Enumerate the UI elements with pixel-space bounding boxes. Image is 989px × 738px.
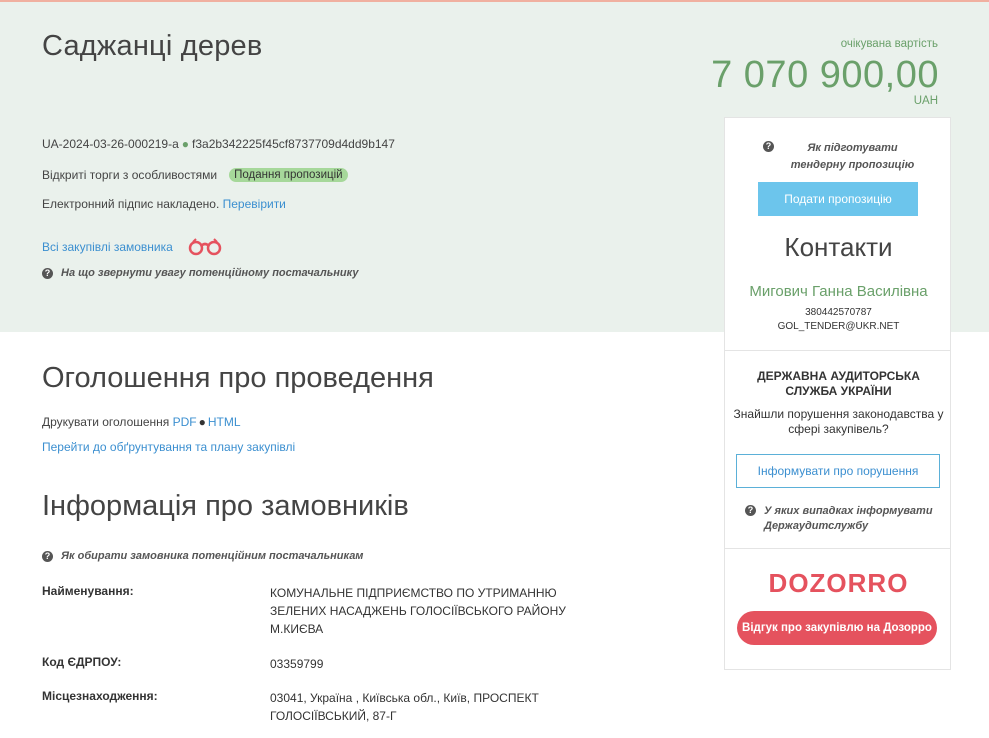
dasu-question: Знайшли порушення законодавства у сфері … [733,407,944,436]
info-label: Найменування: [42,584,134,598]
binoculars-icon[interactable] [187,238,223,256]
procedure-type: Відкриті торги з особливостями [42,168,218,182]
tender-hash: f3a2b342225f45cf8737709d4dd9b147 [192,137,395,151]
info-value: 03359799 [270,657,324,671]
status-badge: Подання пропозицій [229,168,348,182]
customer-name-row: Найменування: КОМУНАЛЬНЕ ПІДПРИЄМСТВО ПО… [42,584,570,638]
info-value: КОМУНАЛЬНЕ ПІДПРИЄМСТВО ПО УТРИМАННЮ ЗЕЛ… [270,586,566,636]
contact-email: GOL_TENDER@UKR.NET [777,321,900,332]
dasu-hint[interactable]: ? У яких випадках інформувати Держаудитс… [745,504,945,534]
page-title: Саджанці дерев [42,30,263,62]
procurement-plan-link[interactable]: Перейти до обґрунтування та плану закупі… [42,440,295,454]
tender-id: UA-2024-03-26-000219-a [42,137,179,151]
submit-bid-button[interactable]: Подати пропозицію [758,182,918,216]
procedure-row: Відкриті торги з особливостями Подання п… [42,168,348,182]
price-label: очікувана вартість [840,38,938,50]
signature-text: Електронний підпис накладено. [42,197,220,211]
info-label: Код ЄДРПОУ: [42,655,122,669]
dozorro-logo: DOZORRO [768,568,909,598]
supplier-hint-text: На що звернути увагу потенційному постач… [61,267,359,279]
customer-edrpou-row: Код ЄДРПОУ: 03359799 [42,655,570,673]
print-announcement-row: Друкувати оголошення PDF ● HTML [42,415,241,429]
info-value: 03041, Україна , Київська обл., Київ, ПР… [270,691,539,723]
prepare-bid-hint[interactable]: ? Як підготувати тендерну пропозицію [763,140,923,174]
customer-address-row: Місцезнаходження: 03041, Україна , Київс… [42,689,570,725]
question-icon: ? [42,268,53,279]
tender-identifier: UA-2024-03-26-000219-a ● f3a2b342225f45cf8… [42,137,395,151]
dasu-title: ДЕРЖАВНА АУДИТОРСЬКА СЛУЖБА УКРАЇНИ [757,369,920,398]
all-customer-purchases-link[interactable]: Всі закупівлі замовника [42,240,173,254]
divider [725,350,950,351]
customer-choice-hint-text: Як обирати замовника потенційним постача… [61,550,364,562]
question-icon: ? [745,505,756,516]
bullet-dot: ● [181,137,190,151]
customer-choice-hint[interactable]: ? Як обирати замовника потенційним поста… [42,550,363,562]
print-label: Друкувати оголошення [42,415,170,429]
sidebar-panel: ? Як підготувати тендерну пропозицію Под… [724,117,951,670]
expected-price: 7 070 900,00 [711,54,939,96]
bullet-dot: ● [198,415,206,429]
customer-info-heading: Інформація про замовників [42,490,409,522]
verify-signature-link[interactable]: Перевірити [223,197,286,211]
print-pdf-link[interactable]: PDF [173,415,197,429]
contact-phone: 380442570787 [805,307,872,318]
question-icon: ? [42,551,53,562]
dozorro-feedback-button[interactable]: Відгук про закупівлю на Дозорро [737,611,937,645]
divider [725,548,950,549]
contacts-title: Контакти [784,232,893,262]
currency: UAH [913,95,938,107]
dasu-hint-text: У яких випадках інформувати Держаудитслу… [764,505,933,532]
contact-name: Мигович Ганна Василівна [749,283,928,300]
info-label: Місцезнаходження: [42,689,158,703]
prepare-bid-hint-text: Як підготувати тендерну пропозицію [790,142,915,171]
question-icon: ? [763,141,774,152]
all-purchases-row: Всі закупівлі замовника [42,238,223,256]
print-html-link[interactable]: HTML [208,415,241,429]
report-violation-button[interactable]: Інформувати про порушення [736,454,940,488]
signature-row: Електронний підпис накладено. Перевірити [42,197,286,211]
announcement-heading: Оголошення про проведення [42,362,434,394]
supplier-hint[interactable]: ? На що звернути увагу потенційному пост… [42,267,358,279]
